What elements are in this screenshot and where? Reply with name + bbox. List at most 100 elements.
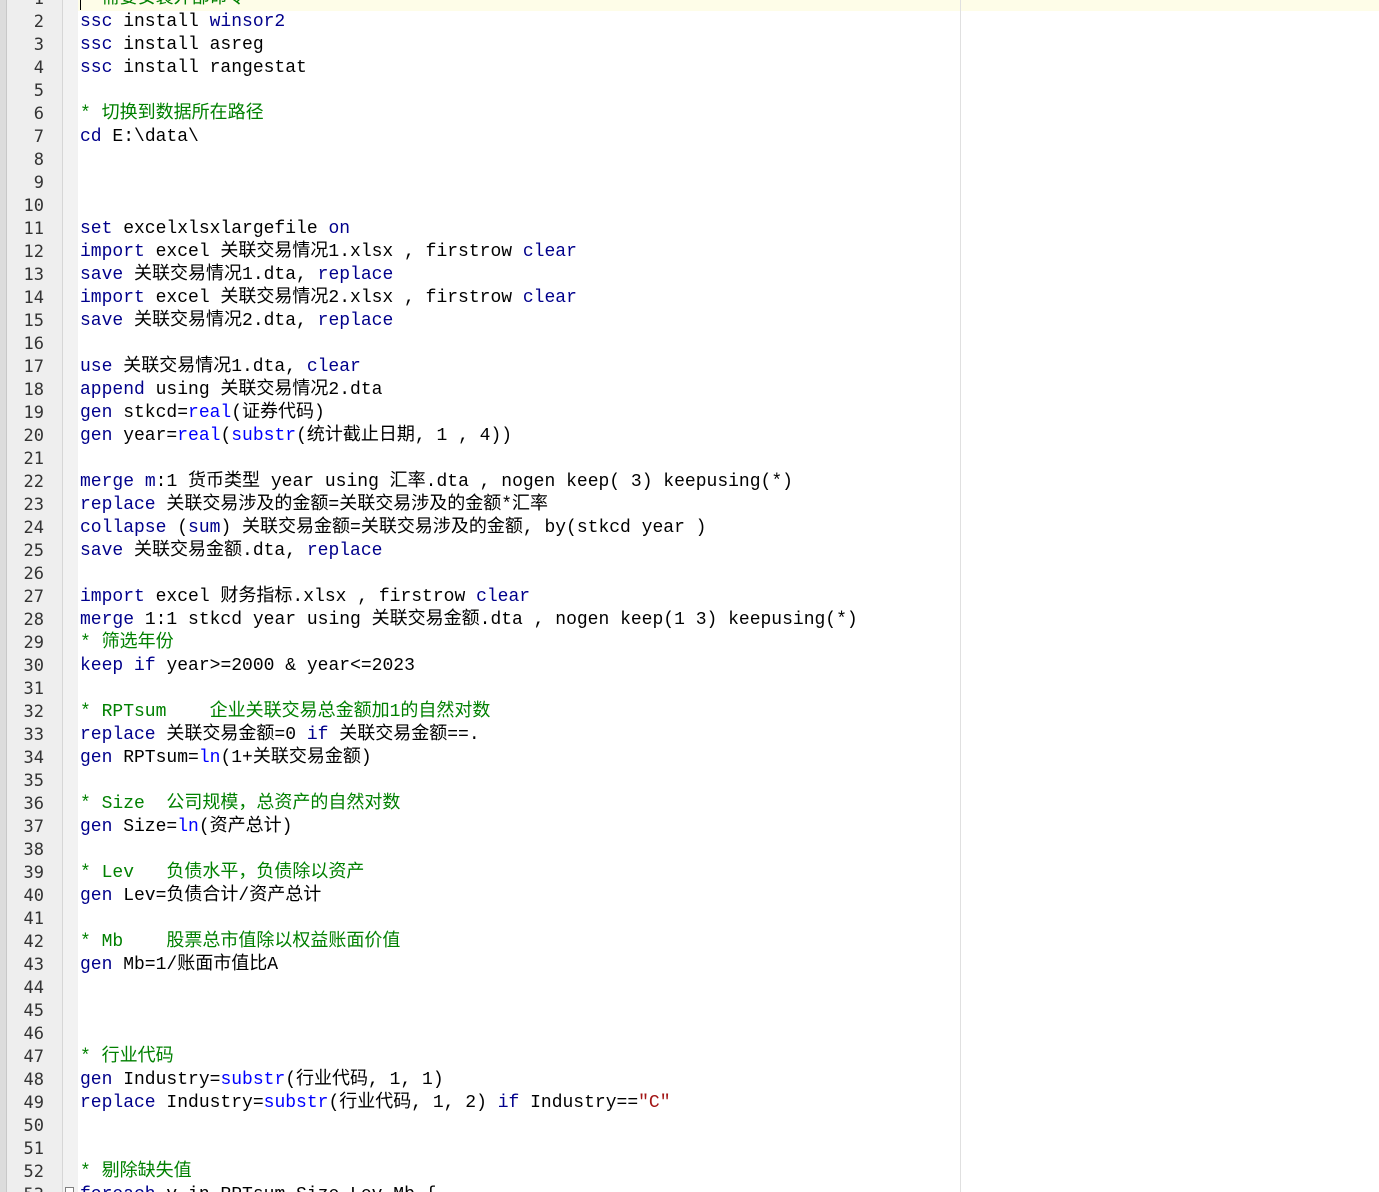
code-text[interactable]: keep if year>=2000 & year<=2023 bbox=[80, 655, 415, 678]
code-text[interactable]: gen stkcd=real(证券代码) bbox=[80, 402, 325, 425]
text-token: v in RPTsum Size Lev Mb { bbox=[156, 1185, 436, 1192]
keyword-token: save bbox=[80, 265, 124, 285]
string-token: "C" bbox=[638, 1093, 671, 1113]
code-text[interactable]: replace Industry=substr(行业代码, 1, 2) if I… bbox=[80, 1092, 671, 1115]
code-text[interactable]: collapse (sum) 关联交易金额=关联交易涉及的金额, by(stkc… bbox=[80, 517, 706, 540]
line-number: 34 bbox=[23, 748, 44, 768]
keyword-token: gen bbox=[80, 955, 113, 975]
text-token: 关联交易情况2.dta, bbox=[123, 311, 318, 331]
code-text[interactable]: cd E:\data\ bbox=[80, 126, 199, 149]
line-number: 19 bbox=[23, 403, 44, 423]
code-text[interactable]: * 筛选年份 bbox=[80, 632, 174, 655]
code-text[interactable]: foreach v in RPTsum Size Lev Mb { bbox=[80, 1184, 436, 1192]
code-text[interactable]: gen Mb=1/账面市值比A bbox=[80, 954, 278, 977]
text-token: Mb=1/账面市值比A bbox=[112, 955, 279, 975]
code-text[interactable]: replace 关联交易金额=0 if 关联交易金额==. bbox=[80, 724, 480, 747]
keyword-token: gen bbox=[80, 817, 113, 837]
code-text[interactable]: replace 关联交易涉及的金额=关联交易涉及的金额*汇率 bbox=[80, 494, 548, 517]
line-number: 21 bbox=[23, 449, 44, 469]
code-text[interactable]: save 关联交易情况2.dta, replace bbox=[80, 310, 393, 333]
line-number: 30 bbox=[23, 656, 44, 676]
keyword-token: m bbox=[144, 472, 156, 492]
text-token: excelxlsxlargefile bbox=[112, 219, 329, 239]
code-text[interactable]: * 行业代码 bbox=[80, 1046, 174, 1069]
keyword-token: on bbox=[328, 219, 351, 239]
code-text[interactable]: save 关联交易金额.dta, replace bbox=[80, 540, 382, 563]
line-number: 7 bbox=[33, 127, 44, 147]
comment-token: * Lev 负债水平，负债除以资产 bbox=[80, 863, 365, 883]
code-editor[interactable]: 1 * 需要安装外部命令 2 ssc install winsor2 3 ssc inst… bbox=[0, 0, 1379, 1192]
function-token: substr bbox=[231, 426, 297, 446]
line-number: 9 bbox=[33, 173, 44, 193]
code-text[interactable]: ssc install rangestat bbox=[80, 57, 307, 80]
code-text[interactable]: ssc install winsor2 bbox=[80, 11, 285, 34]
code-text[interactable]: merge 1:1 stkcd year using 关联交易金额.dta , … bbox=[80, 609, 858, 632]
keyword-token: ssc bbox=[80, 58, 113, 78]
code-text[interactable]: * Size 公司规模，总资产的自然对数 bbox=[80, 793, 400, 816]
text-token: Industry= bbox=[112, 1070, 221, 1090]
keyword-token: gen bbox=[80, 426, 113, 446]
line-number: 28 bbox=[23, 610, 44, 630]
text-token: Size= bbox=[112, 817, 178, 837]
keyword-token: gen bbox=[80, 886, 113, 906]
keyword-token: replace bbox=[317, 311, 394, 331]
line-number: 11 bbox=[23, 219, 44, 239]
code-text[interactable]: * 切换到数据所在路径 bbox=[80, 103, 264, 126]
code-text[interactable]: import excel 关联交易情况2.xlsx , firstrow cle… bbox=[80, 287, 577, 310]
text-token: (资产总计) bbox=[198, 817, 293, 837]
line-number: 38 bbox=[23, 840, 44, 860]
code-text[interactable]: ssc install asreg bbox=[80, 34, 264, 57]
code-text[interactable]: gen Size=ln(资产总计) bbox=[80, 816, 292, 839]
code-text[interactable]: set excelxlsxlargefile on bbox=[80, 218, 350, 241]
code-text[interactable]: import excel 财务指标.xlsx , firstrow clear bbox=[80, 586, 530, 609]
line-number: 52 bbox=[23, 1162, 44, 1182]
code-text[interactable]: gen Industry=substr(行业代码, 1, 1) bbox=[80, 1069, 444, 1092]
keyword-token: append bbox=[80, 380, 145, 400]
text-token: 关联交易金额=0 bbox=[155, 725, 307, 745]
code-text[interactable]: append using 关联交易情况2.dta bbox=[80, 379, 382, 402]
text-token: (1+关联交易金额) bbox=[220, 748, 372, 768]
keyword-token: clear bbox=[476, 587, 531, 607]
code-text[interactable]: * 剔除缺失值 bbox=[80, 1161, 192, 1184]
fold-toggle-icon[interactable] bbox=[65, 1187, 74, 1192]
keyword-token: sum bbox=[188, 518, 221, 538]
bookmark-margin[interactable] bbox=[0, 0, 7, 1192]
keyword-token: import bbox=[80, 242, 145, 262]
code-text[interactable]: merge m:1 货币类型 year using 汇率.dta , nogen… bbox=[80, 471, 793, 494]
text-token: stkcd= bbox=[112, 403, 189, 423]
keyword-token: replace bbox=[317, 265, 394, 285]
text-token: install asreg bbox=[112, 35, 264, 55]
code-text[interactable]: * Lev 负债水平，负债除以资产 bbox=[80, 862, 364, 885]
text-token: install rangestat bbox=[112, 58, 307, 78]
code-text[interactable]: gen Lev=负债合计/资产总计 bbox=[80, 885, 321, 908]
line-number: 29 bbox=[23, 633, 44, 653]
code-text[interactable]: gen year=real(substr(统计截止日期, 1 , 4)) bbox=[80, 425, 512, 448]
line-number: 37 bbox=[23, 817, 44, 837]
text-token: ) 关联交易金额=关联交易涉及的金额, by(stkcd year ) bbox=[220, 518, 707, 538]
line-number: 14 bbox=[23, 288, 44, 308]
line-number: 42 bbox=[23, 932, 44, 952]
fold-margin[interactable] bbox=[63, 0, 78, 1192]
code-text[interactable]: use 关联交易情况1.dta, clear bbox=[80, 356, 361, 379]
keyword-token: replace bbox=[80, 1093, 156, 1113]
line-number: 20 bbox=[23, 426, 44, 446]
keyword-token: replace bbox=[80, 495, 156, 515]
line-number: 49 bbox=[23, 1093, 44, 1113]
keyword-token: keep bbox=[80, 656, 124, 676]
code-text[interactable]: gen RPTsum=ln(1+关联交易金额) bbox=[80, 747, 372, 770]
code-text[interactable]: * Mb 股票总市值除以权益账面价值 bbox=[80, 931, 400, 954]
line-number: 8 bbox=[33, 150, 44, 170]
comment-token: * 剔除缺失值 bbox=[80, 1162, 192, 1182]
code-text[interactable]: import excel 关联交易情况1.xlsx , firstrow cle… bbox=[80, 241, 577, 264]
line-number: 44 bbox=[23, 978, 44, 998]
line-number: 5 bbox=[33, 81, 44, 101]
code-text[interactable]: save 关联交易情况1.dta, replace bbox=[80, 264, 393, 287]
code-text[interactable]: * RPTsum 企业关联交易总金额加1的自然对数 bbox=[80, 701, 490, 724]
line-number: 33 bbox=[23, 725, 44, 745]
keyword-token: set bbox=[80, 219, 113, 239]
line-number: 36 bbox=[23, 794, 44, 814]
text-token: 关联交易金额==. bbox=[328, 725, 480, 745]
line-number: 6 bbox=[33, 104, 44, 124]
code-text[interactable]: * 需要安装外部命令 bbox=[80, 0, 246, 11]
